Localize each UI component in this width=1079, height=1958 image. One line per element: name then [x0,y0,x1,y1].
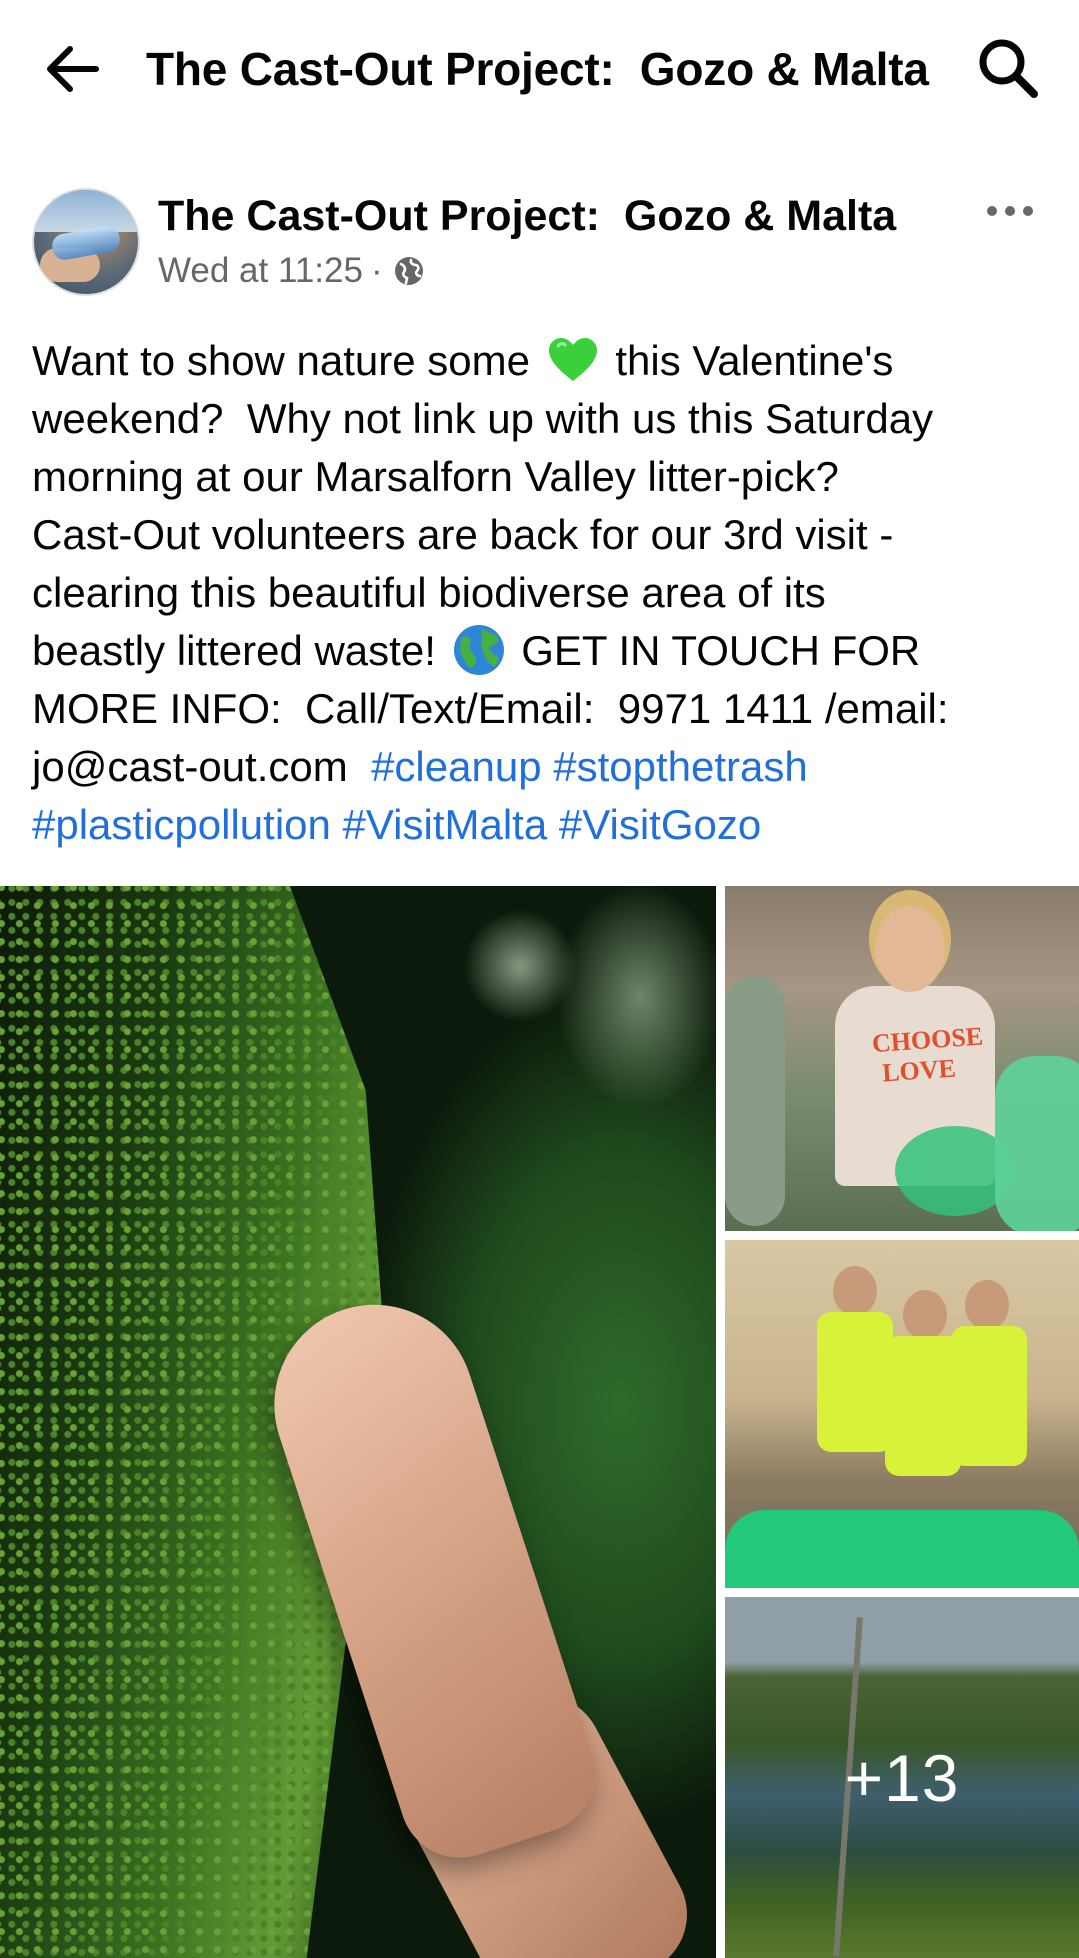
hoodie-slogan: CHOOSE LOVE [871,1021,985,1088]
photo-grid: CHOOSE LOVE +13 [0,886,1079,1958]
photo-volunteers-vests[interactable] [725,1240,1079,1588]
hashtag-link[interactable]: #VisitMalta [343,801,548,848]
post-author[interactable]: The Cast-Out Project: Gozo & Malta [158,188,896,244]
text-line: #plasticpollution #VisitMalta #VisitGozo [32,796,1052,854]
post-text: Want to show nature some this Valentine'… [32,332,1052,854]
hashtag-link[interactable]: #VisitGozo [559,801,761,848]
photo-valley[interactable]: +13 [725,1597,1079,1958]
more-photos-overlay[interactable]: +13 [725,1597,1079,1958]
photo-moss-hand[interactable] [0,886,716,1958]
search-icon [979,39,1038,98]
text-line: weekend? Why not link up with us this Sa… [32,395,934,442]
green-heart-emoji [548,338,597,381]
more-options-button[interactable] [984,196,1036,226]
hashtag-link[interactable]: #cleanup [371,743,541,790]
text-line: Want to show nature some this Valentine'… [32,337,894,384]
text-line: beastly littered waste! GET IN TOUCH FOR [32,622,1052,680]
hashtag-link[interactable]: #stopthetrash [553,743,808,790]
text-line: jo@cast-out.com #cleanup #stopthetrash [32,743,808,790]
back-button[interactable] [40,36,106,102]
meta-separator: · [370,251,383,290]
avatar[interactable] [32,188,140,296]
globe-icon[interactable] [393,255,425,287]
top-bar: The Cast-Out Project: Gozo & Malta [0,0,1079,140]
post-meta: Wed at 11:25 · [158,248,425,294]
more-photos-count: +13 [844,1740,960,1815]
hashtag-link[interactable]: #plasticpollution [32,801,331,848]
text-line: morning at our Marsalforn Valley litter-… [32,453,839,500]
page-title: The Cast-Out Project: Gozo & Malta [146,43,929,95]
post-header: The Cast-Out Project: Gozo & Malta Wed a… [0,170,1079,310]
more-icon [987,206,1033,216]
photo-volunteer-hoodie[interactable]: CHOOSE LOVE [725,886,1079,1231]
globe-emoji [453,625,504,675]
search-button[interactable] [974,34,1044,104]
arrow-left-icon [47,46,99,92]
text-line: MORE INFO: Call/Text/Email: 9971 1411 /e… [32,685,949,732]
post-timestamp[interactable]: Wed at 11:25 [158,248,363,294]
text-line: Cast-Out volunteers are back for our 3rd… [32,511,894,558]
text-line: clearing this beautiful biodiverse area … [32,569,826,616]
